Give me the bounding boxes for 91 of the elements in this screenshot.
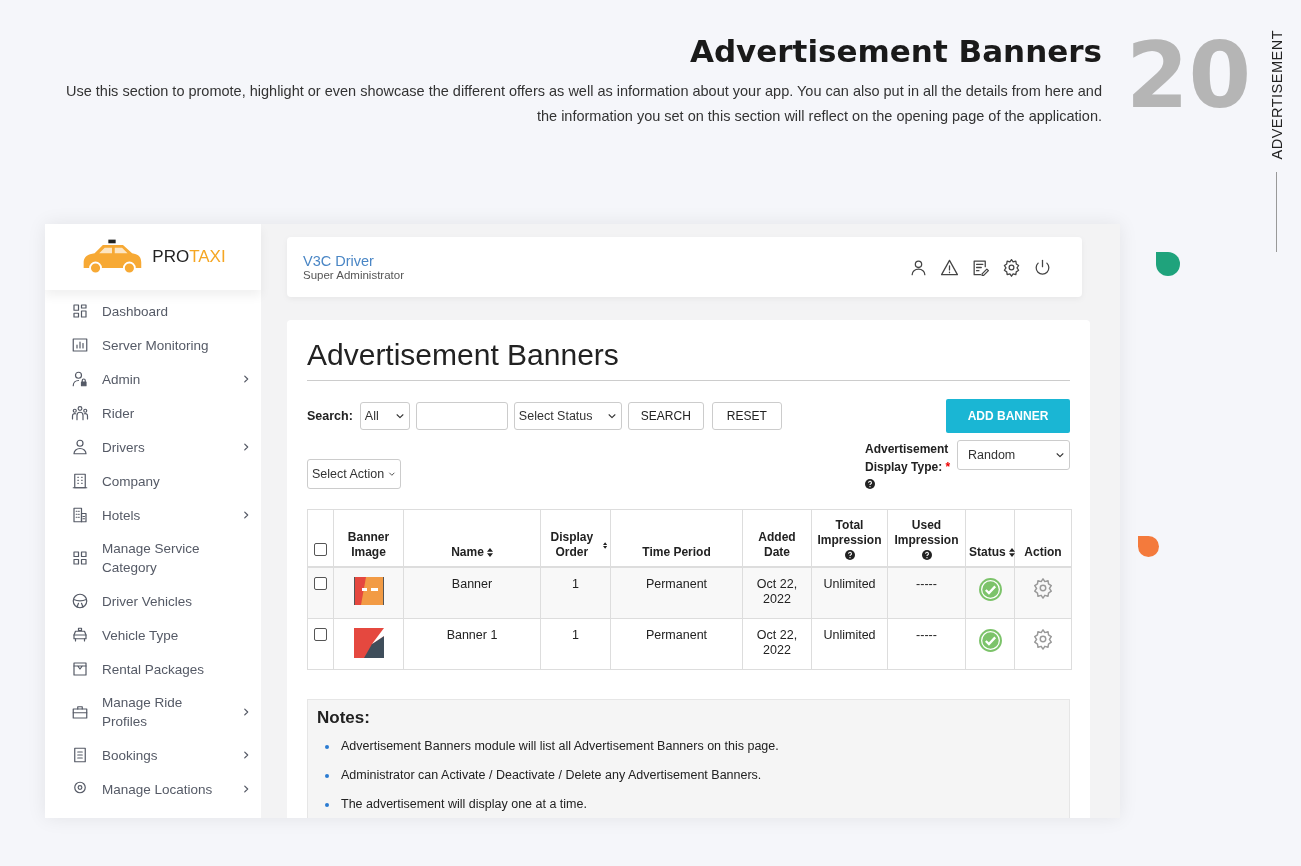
notes-title: Notes: [317,708,371,728]
logo-text: PROTAXI [152,247,226,267]
grid-icon [71,549,89,567]
note-text: Administrator can Activate / Deactivate / Delete any Advertisement Banners. [341,767,762,784]
user-name: V3C Driver [303,253,375,269]
table-cell: Oct 22, 2022 [742,567,812,619]
chevron-down-icon [1055,450,1065,460]
user-role: Super Administrator [303,269,404,281]
page-title: Advertisement Banners [307,338,1070,381]
bullet-icon [325,744,329,749]
section-number: 20 [1126,24,1252,128]
note-text: The advertisement will display one at a time. [341,796,587,813]
grid-icon [71,302,89,320]
chevron-down-icon [394,411,405,421]
banner-thumbnail [353,628,384,658]
sidebar-item[interactable]: Manage Locations [45,772,261,806]
sidebar-item[interactable]: Driver Vehicles [45,584,261,618]
sidebar-item[interactable]: Server Monitoring [45,328,261,362]
table-cell: Permanent [610,618,743,670]
chevron-down-icon [606,411,617,421]
people-icon [71,404,89,422]
user-lock-icon [71,370,89,388]
car-icon [71,626,89,644]
sidebar-item[interactable]: Company [45,464,261,498]
package-icon [71,660,89,678]
banner-thumbnail [353,577,384,607]
checkbox[interactable] [314,543,327,556]
bullet-icon [325,773,329,778]
briefcase-icon [71,703,89,721]
column-header: Time Period [642,545,711,560]
sort-icon[interactable] [1008,548,1015,557]
checkbox[interactable] [314,577,327,590]
decorative-drop-shape [1138,536,1159,557]
table-cell: ----- [887,618,966,670]
settings-icon[interactable] [1002,257,1021,277]
table-cell: 1 [540,567,611,619]
sort-icon[interactable] [602,540,607,550]
column-header: Used Impression [893,518,960,548]
sidebar-item[interactable]: Drivers [45,430,261,464]
column-header[interactable]: Status [969,545,1006,560]
sidebar-item[interactable]: Dashboard [45,294,261,328]
table-cell: Unlimited [811,567,888,619]
display-type-select[interactable]: Random [957,440,1070,470]
note-text: Advertisement Banners module will list all Advertisement Banners on this page. [341,738,779,755]
building-icon [71,506,89,524]
action-select[interactable]: Select Action [307,459,401,489]
table-cell: 1 [540,618,611,670]
sidebar-item[interactable]: Manage Service Category [45,532,261,584]
section-title: Advertisement Banners [689,33,1102,69]
active-check-icon[interactable] [977,628,1003,653]
user-icon [71,438,89,456]
search-input[interactable] [415,402,508,430]
active-check-icon[interactable] [977,577,1003,602]
table-cell: Banner [403,567,541,619]
sidebar-item[interactable]: Rider [45,396,261,430]
column-header: Action [1024,545,1062,560]
search-button[interactable]: SEARCH [627,402,704,430]
section-label: ADVERTISEMENT [1268,30,1285,160]
bullet-icon [325,802,329,807]
column-header: Total Impression [816,518,883,548]
column-header[interactable]: Name [451,545,484,560]
reset-button[interactable]: RESET [711,402,782,430]
table-cell: Permanent [610,567,743,619]
document-icon [71,746,89,764]
sidebar-item[interactable]: Bookings [45,738,261,772]
table-cell: Oct 22, 2022 [742,618,812,670]
section-description: Use this section to promote, highlight or even showcase the different offers as well as information about your app. You can also put in all the details from here and the information you set on this section will reflect on the opening page of the application. [64,82,1102,126]
sidebar-item[interactable]: Admin [45,362,261,396]
table-cell: Banner 1 [403,618,541,670]
status-select[interactable]: Select Status [513,402,622,430]
chart-icon [71,336,89,354]
checkbox[interactable] [314,628,327,641]
building-icon [71,472,89,490]
search-scope-select[interactable]: All [359,402,410,430]
sidebar-item[interactable]: Hotels [45,498,261,532]
sidebar-item[interactable]: Rental Packages [45,652,261,686]
table-cell: ----- [887,567,966,619]
steering-wheel-icon [71,592,89,610]
chevron-down-icon [388,469,396,479]
display-type-label: Advertisement Display Type: * [865,441,951,476]
power-icon[interactable] [1033,257,1052,277]
table-cell: Unlimited [811,618,888,670]
warning-icon[interactable] [940,257,959,277]
search-label: Search: [307,409,353,423]
sidebar-item[interactable]: Manage Ride Profiles [45,686,261,738]
column-header: Added Date [757,530,797,560]
column-header: Banner Image [346,530,391,560]
help-icon [865,479,875,489]
sidebar-item[interactable]: Vehicle Type [45,618,261,652]
sort-icon[interactable] [486,548,493,557]
decorative-drop-shape [1156,252,1180,276]
